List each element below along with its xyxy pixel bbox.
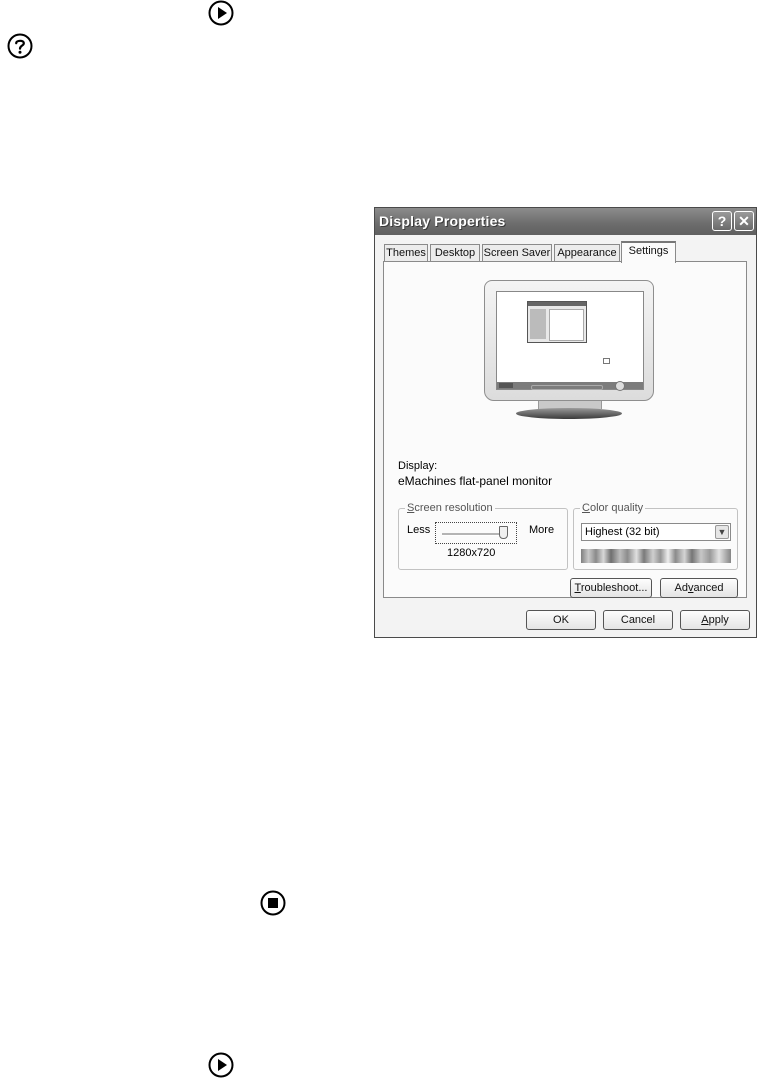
tab-appearance[interactable]: Appearance (554, 244, 620, 262)
resolution-value: 1280x720 (447, 547, 496, 559)
power-button-icon (615, 381, 625, 391)
close-button[interactable]: ✕ (734, 211, 754, 231)
chevron-down-icon[interactable]: ▼ (715, 525, 729, 539)
slider-thumb[interactable] (499, 526, 508, 539)
screen-resolution-group: Screen resolution Less More 1280x720 (398, 502, 568, 570)
play-icon (208, 0, 234, 26)
advanced-button[interactable]: Advanced (660, 578, 738, 598)
preview-desktop-icon (603, 358, 610, 364)
color-preview-bar (581, 549, 731, 563)
monitor-screen (496, 291, 644, 390)
help-icon (7, 33, 33, 59)
color-quality-legend: Color quality (582, 502, 644, 514)
tab-themes[interactable]: Themes (384, 244, 428, 262)
display-properties-dialog: Display Properties ? ✕ Themes Desktop Sc… (374, 207, 757, 638)
more-label: More (529, 524, 555, 536)
color-quality-select[interactable]: Highest (32 bit) ▼ (581, 523, 731, 541)
less-label: Less (407, 524, 431, 536)
ok-button[interactable]: OK (526, 610, 596, 630)
play-icon (208, 1052, 234, 1078)
preview-window (527, 301, 587, 343)
tab-screen-saver[interactable]: Screen Saver (482, 244, 552, 262)
stop-icon (260, 890, 286, 916)
cancel-button[interactable]: Cancel (603, 610, 673, 630)
monitor-stand (516, 408, 622, 419)
title-bar[interactable]: Display Properties ? ✕ (375, 208, 756, 235)
monitor-vent (531, 385, 603, 390)
tab-desktop[interactable]: Desktop (430, 244, 480, 262)
apply-button[interactable]: Apply (680, 610, 750, 630)
screen-resolution-legend: Screen resolution (407, 502, 493, 514)
color-quality-value: Highest (32 bit) (585, 526, 660, 538)
monitor-preview (484, 280, 654, 419)
display-label: Display: (398, 460, 438, 472)
help-title-button[interactable]: ? (712, 211, 732, 231)
monitor-bezel (484, 280, 654, 401)
troubleshoot-button[interactable]: Troubleshoot... (570, 578, 652, 598)
color-quality-group: Color quality Highest (32 bit) ▼ (573, 502, 738, 570)
tab-settings[interactable]: Settings (621, 241, 676, 263)
resolution-slider[interactable] (435, 522, 517, 544)
display-value: eMachines flat-panel monitor (398, 474, 553, 488)
settings-panel: Display: eMachines flat-panel monitor Sc… (383, 261, 747, 598)
dialog-title: Display Properties (379, 213, 506, 229)
